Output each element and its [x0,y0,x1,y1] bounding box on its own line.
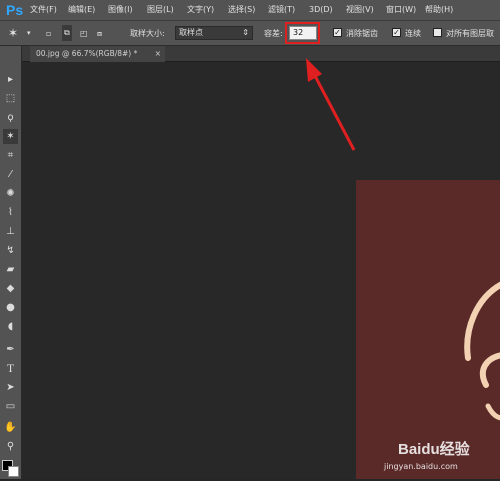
watermark-brand: Baidu经验 [398,441,470,458]
watermark-url: jingyan.baidu.com [384,462,458,471]
annotation-arrow [306,58,356,151]
baidu-watermark: Baidu经验 jingyan.baidu.com [384,438,470,471]
